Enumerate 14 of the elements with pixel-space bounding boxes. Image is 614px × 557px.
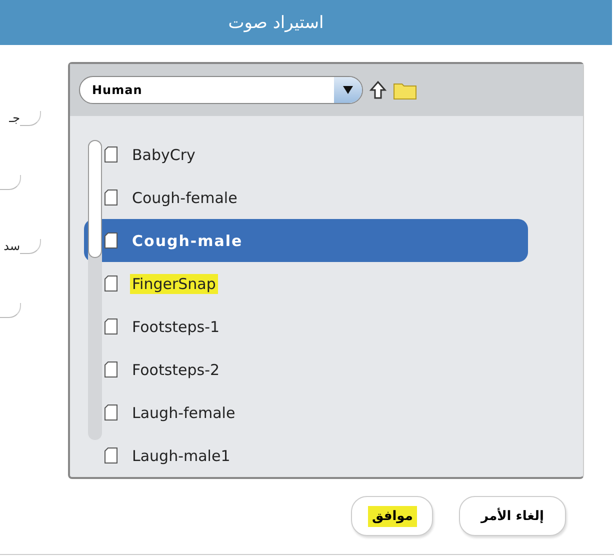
cancel-button[interactable]: إلغاء الأمر [459, 496, 566, 536]
file-item[interactable]: Laugh-male1 [84, 434, 528, 477]
window-title: استيراد صوت [228, 12, 324, 32]
file-item[interactable]: BabyCry [84, 133, 528, 176]
ok-button[interactable]: موافق [351, 496, 433, 536]
location-dropdown[interactable]: Human [79, 76, 363, 104]
file-item[interactable]: Cough-female [84, 176, 528, 219]
file-item[interactable]: Footsteps-1 [84, 305, 528, 348]
file-item[interactable]: Laugh-female [84, 391, 528, 434]
file-item[interactable]: FingerSnap [84, 262, 528, 305]
field-label: جـ [8, 111, 20, 125]
file-item[interactable]: Cough-male [84, 219, 528, 262]
file-item[interactable]: Footsteps-2 [84, 348, 528, 391]
field-label: سد [2, 239, 20, 253]
